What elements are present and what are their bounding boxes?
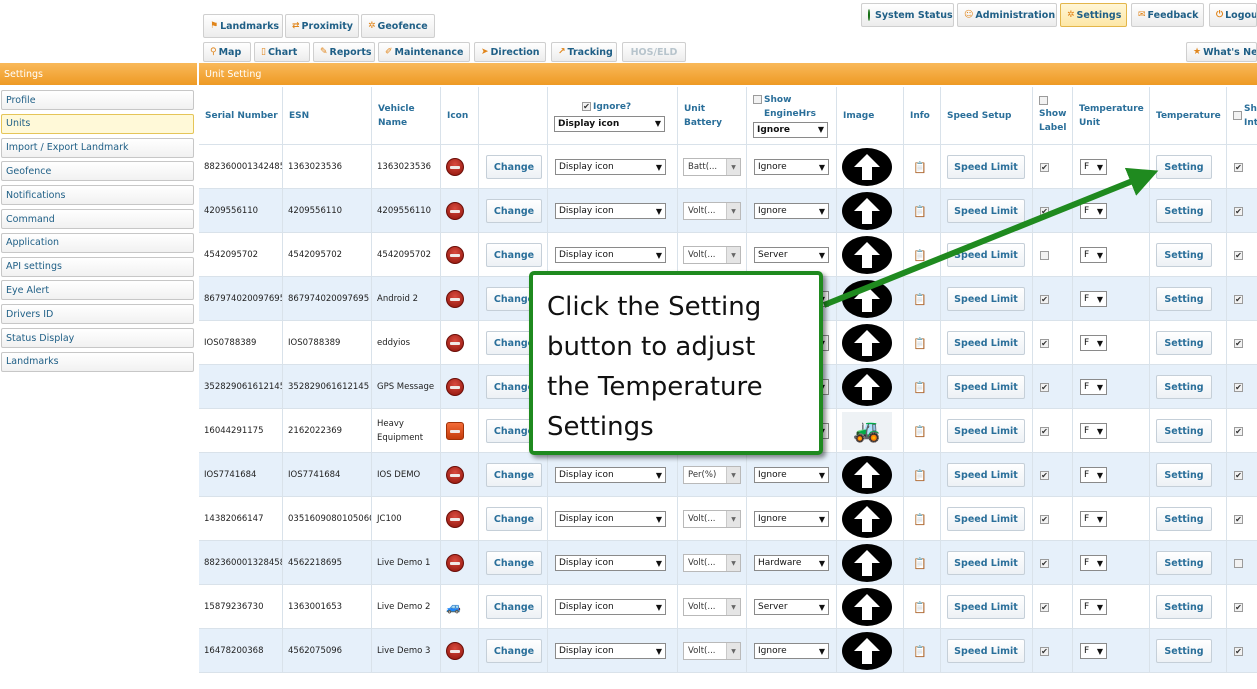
callout-text: Click the Setting button to adjust the T… [547, 292, 763, 442]
callout-box: Click the Setting button to adjust the T… [529, 271, 823, 455]
